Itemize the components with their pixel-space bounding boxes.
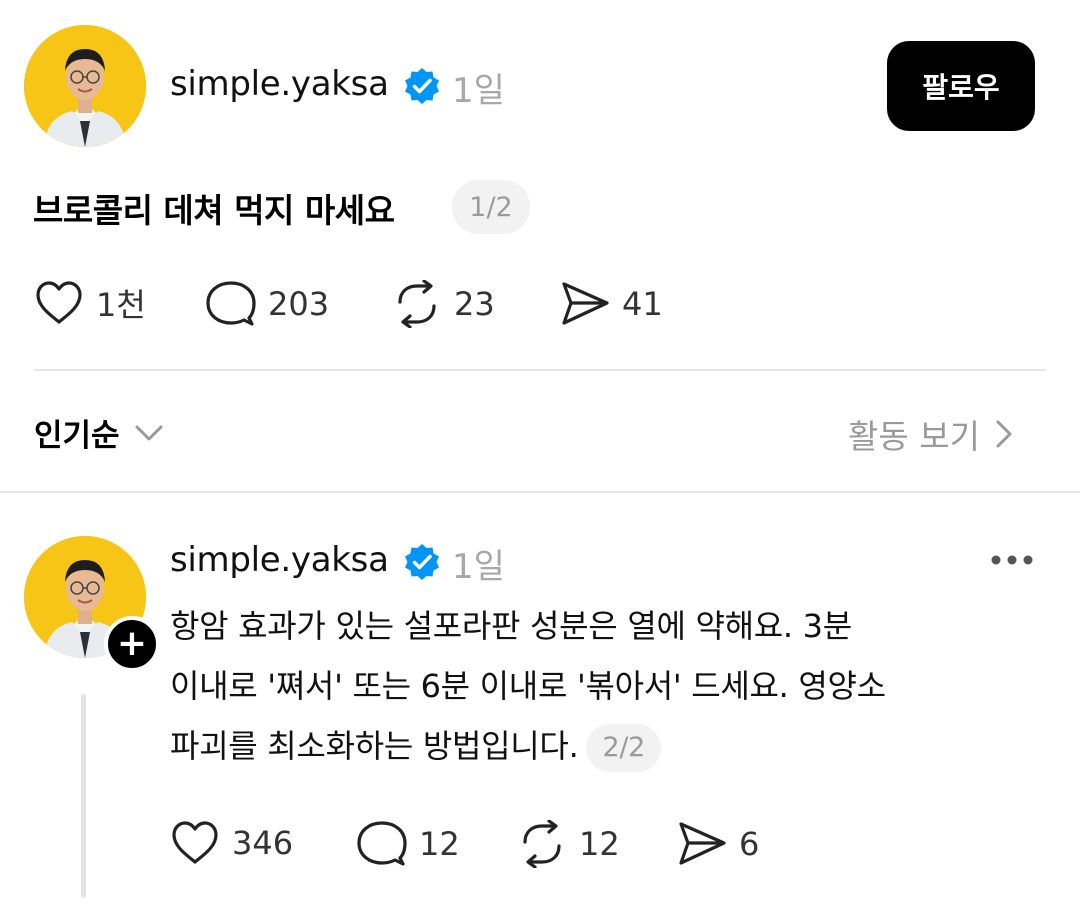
reply-text: 항암 효과가 있는 설포라판 성분은 열에 약해요. 3분 이내로 '쪄서' 또… <box>170 596 1050 776</box>
more-dots-icon <box>991 555 1033 565</box>
comment-button[interactable]: 203 <box>206 280 329 328</box>
like-count: 1천 <box>96 286 146 324</box>
plus-icon: + <box>116 623 148 664</box>
repost-icon <box>523 820 561 868</box>
follow-plus-badge[interactable]: + <box>104 616 160 672</box>
send-icon <box>679 822 726 865</box>
reply-text-line-3: 파괴를 최소화하는 방법입니다. 2/2 <box>170 716 1050 776</box>
chevron-right-icon <box>996 420 1012 448</box>
post-divider <box>34 369 1046 371</box>
reply-text-line-1: 항암 효과가 있는 설포라판 성분은 열에 약해요. 3분 <box>170 607 852 645</box>
sort-label: 인기순 <box>34 418 120 454</box>
post-time: 1일 <box>452 71 505 111</box>
comment-bubble-icon <box>357 821 407 866</box>
reply-page-indicator: 2/2 <box>586 724 661 772</box>
thread-line <box>81 694 86 898</box>
view-activity-label: 활동 보기 <box>848 417 980 456</box>
reply-text-line-3-content: 파괴를 최소화하는 방법입니다. <box>170 727 579 765</box>
share-button[interactable]: 41 <box>560 280 663 328</box>
reply-time: 1일 <box>452 547 505 587</box>
heart-icon <box>36 281 82 324</box>
post-page-indicator: 1/2 <box>452 180 530 234</box>
reply-like-button[interactable]: 346 <box>170 820 293 866</box>
person-photo-icon <box>24 25 146 147</box>
follow-button[interactable]: 팔로우 <box>887 41 1035 131</box>
comment-count: 203 <box>268 285 330 323</box>
heart-icon <box>172 821 218 864</box>
chevron-down-icon <box>135 425 163 440</box>
like-button[interactable]: 1천 <box>34 280 146 326</box>
reply-share-count: 6 <box>739 825 760 863</box>
sort-dropdown[interactable]: 인기순 <box>34 410 164 455</box>
view-activity-link[interactable]: 활동 보기 <box>848 410 1014 458</box>
reply-text-line-2: 이내로 '쪄서' 또는 6분 이내로 '볶아서' 드세요. 영양소 <box>170 667 886 705</box>
comment-bubble-icon <box>206 281 256 326</box>
reply-comment-count: 12 <box>419 825 460 863</box>
reply-repost-count: 12 <box>579 825 620 863</box>
verified-badge-icon <box>405 68 439 104</box>
verified-badge-icon <box>405 544 439 580</box>
repost-count: 23 <box>454 285 495 323</box>
reply-like-count: 346 <box>232 824 294 862</box>
section-divider <box>0 491 1080 493</box>
send-icon <box>562 282 609 325</box>
author-avatar[interactable] <box>24 25 146 147</box>
repost-button[interactable]: 23 <box>392 280 495 328</box>
share-count: 41 <box>622 285 663 323</box>
reply-repost-button[interactable]: 12 <box>517 820 620 868</box>
reply-comment-button[interactable]: 12 <box>357 820 460 868</box>
post-text: 브로콜리 데쳐 먹지 마세요 <box>33 191 395 230</box>
reply-share-button[interactable]: 6 <box>677 820 759 868</box>
more-options-button[interactable] <box>990 552 1034 568</box>
author-username[interactable]: simple.yaksa <box>170 64 389 104</box>
reply-author-username[interactable]: simple.yaksa <box>170 540 389 580</box>
repost-icon <box>398 280 436 328</box>
